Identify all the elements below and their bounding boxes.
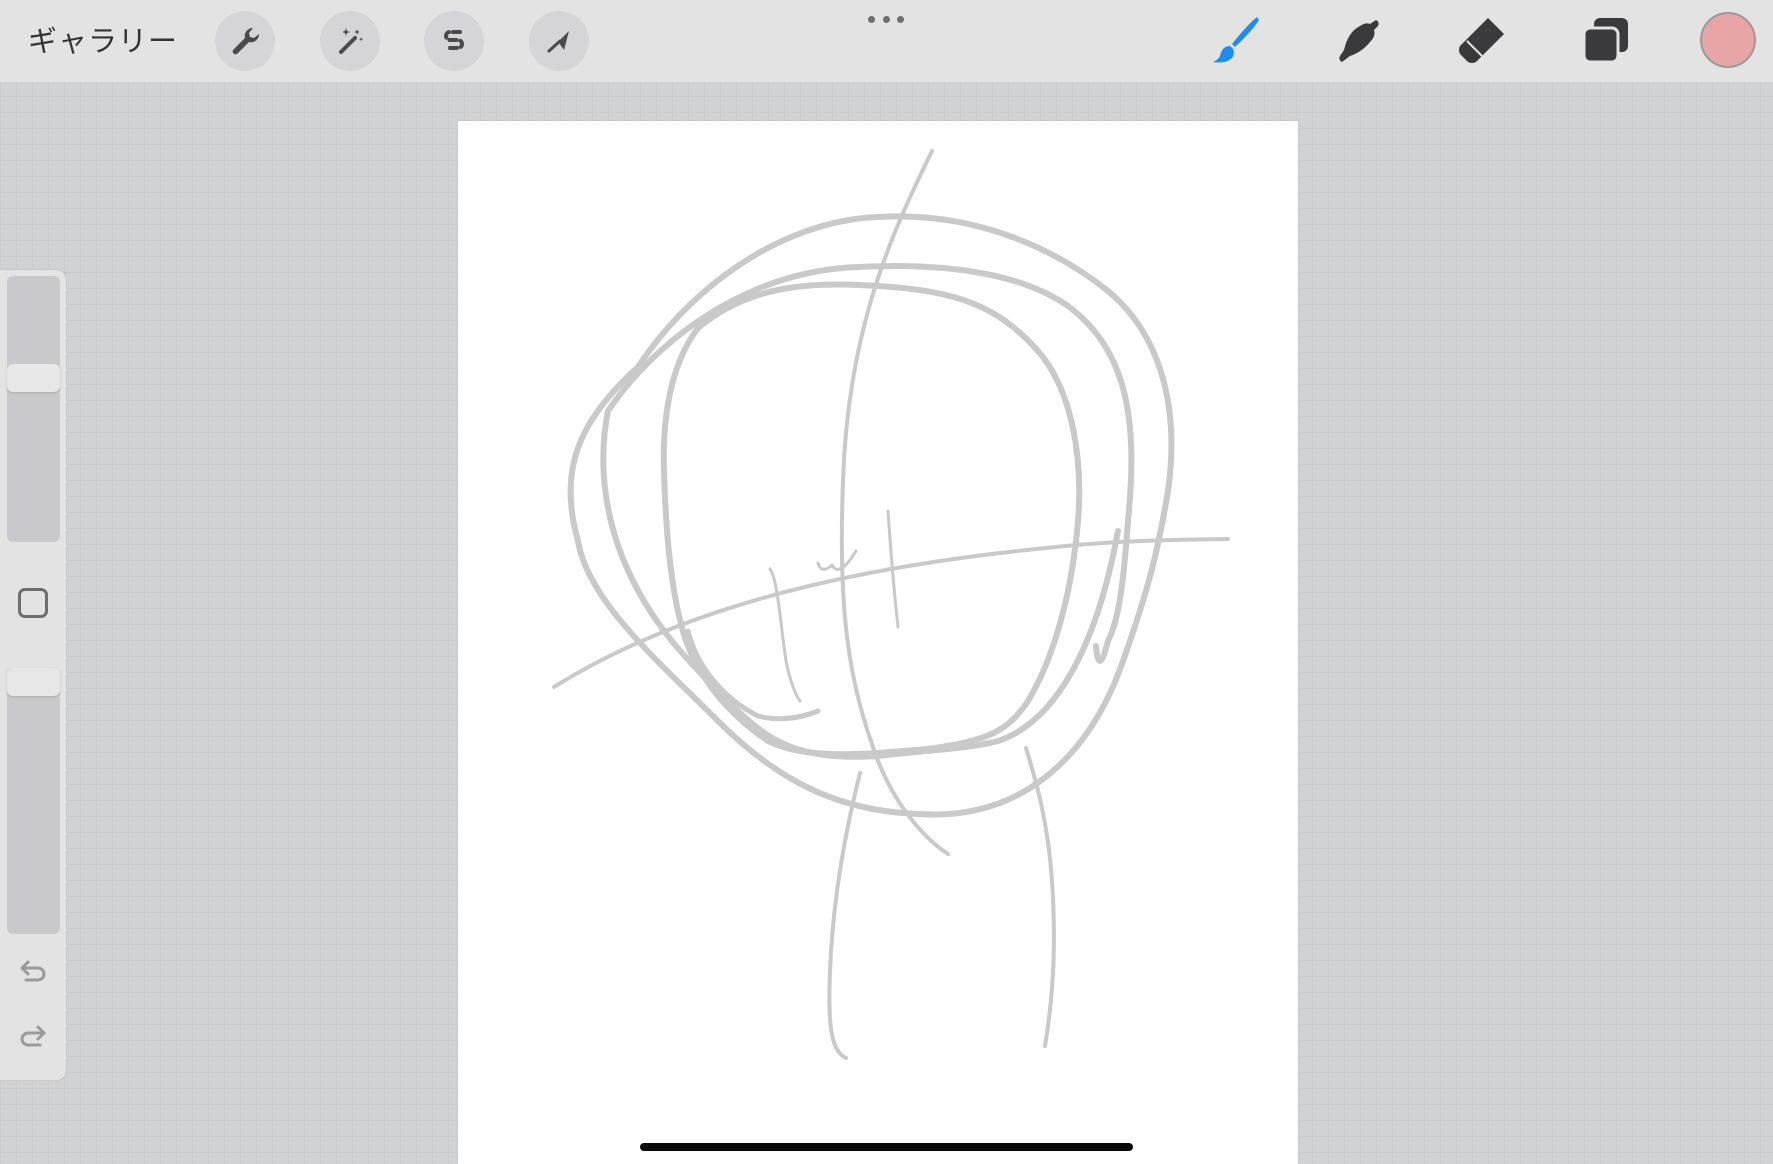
selection-s-icon: [437, 24, 471, 58]
drawing-canvas[interactable]: [458, 121, 1298, 1164]
dot-icon: [897, 15, 904, 23]
procreate-app: ギャラリー: [0, 0, 1773, 1164]
color-swatch-button[interactable]: [1700, 12, 1756, 68]
magic-wand-icon: [333, 24, 367, 58]
transform-button[interactable]: [529, 11, 589, 71]
sketch-stroke-inner-loop: [660, 281, 1083, 758]
layers-icon: [1578, 12, 1634, 72]
eraser-icon: [1454, 12, 1510, 72]
undo-arrow-icon: [18, 958, 48, 988]
gallery-button[interactable]: ギャラリー: [28, 18, 178, 64]
redo-button[interactable]: [17, 1022, 49, 1054]
sketch-stroke-mouth-mark: [816, 549, 858, 571]
sketch-stroke-jaw: [685, 628, 821, 722]
brush-icon: [1208, 12, 1264, 72]
brush-size-slider[interactable]: [7, 276, 60, 542]
actions-button[interactable]: [215, 11, 275, 71]
selection-button[interactable]: [424, 11, 484, 71]
opacity-slider-thumb[interactable]: [7, 668, 60, 696]
adjustments-button[interactable]: [320, 11, 380, 71]
undo-button[interactable]: [17, 957, 49, 989]
modify-button[interactable]: [18, 588, 48, 618]
top-toolbar: ギャラリー: [0, 0, 1773, 83]
wrench-icon: [228, 24, 262, 58]
smudge-icon: [1330, 12, 1386, 72]
sketch-stroke-neck-left: [827, 771, 862, 1060]
sketch-strokes: [552, 149, 1230, 1060]
redo-arrow-icon: [18, 1023, 48, 1053]
smudge-tool-button[interactable]: [1330, 14, 1386, 70]
layers-button[interactable]: [1578, 14, 1634, 70]
brush-size-slider-thumb[interactable]: [7, 364, 60, 392]
opacity-slider[interactable]: [7, 668, 60, 934]
paint-tool-button[interactable]: [1208, 14, 1264, 70]
sketch-stroke-neck-right: [1024, 746, 1056, 1048]
dot-icon: [868, 15, 875, 23]
erase-tool-button[interactable]: [1454, 14, 1510, 70]
arrow-cursor-icon: [542, 24, 576, 58]
more-handle[interactable]: [868, 14, 904, 24]
dot-icon: [882, 15, 890, 23]
left-sidebar: [0, 270, 66, 1080]
home-indicator[interactable]: [640, 1143, 1133, 1151]
